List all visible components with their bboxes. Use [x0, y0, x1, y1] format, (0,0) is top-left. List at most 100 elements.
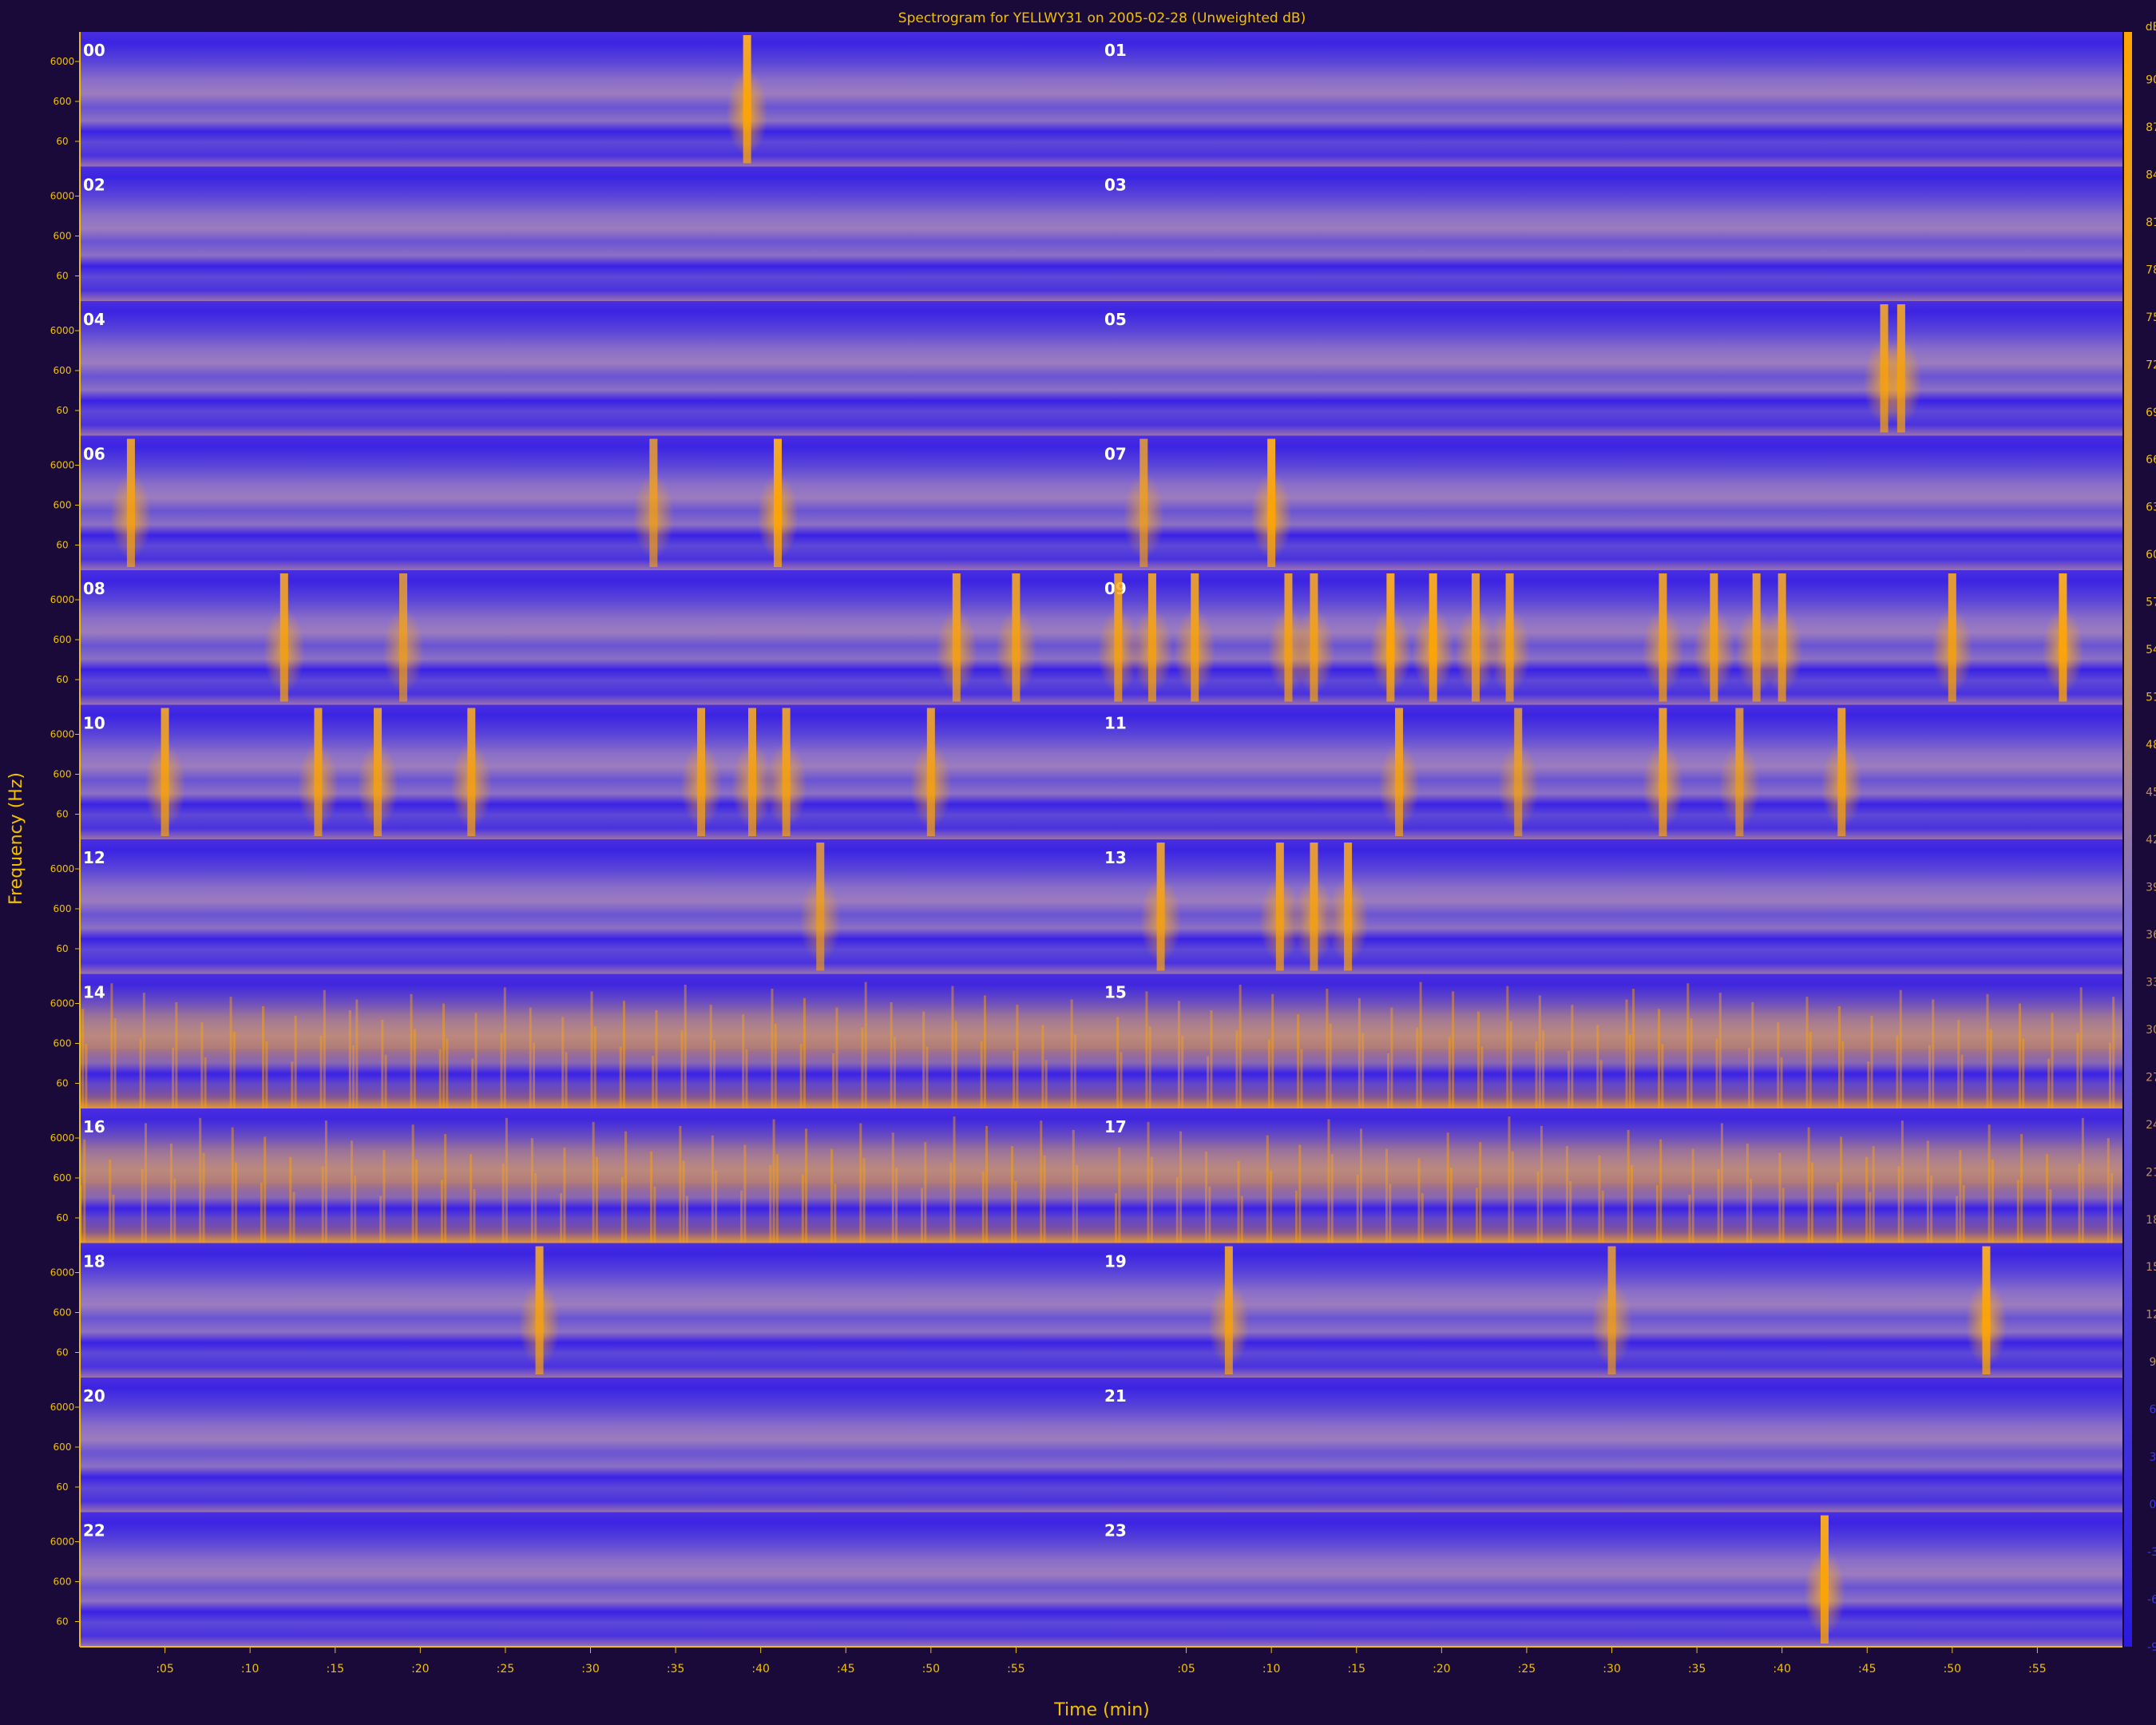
noise-streak	[83, 1139, 86, 1243]
y-tick-label: 6000	[50, 460, 75, 471]
spectrogram-rows: 00 0160006006002 0360006006004 056000600600…	[50, 32, 2122, 1647]
y-tick-label: 60	[56, 943, 68, 954]
colorbar-tick-label: 24	[2146, 1119, 2156, 1132]
row-background	[80, 301, 2122, 436]
noise-streak	[2049, 1189, 2052, 1243]
y-tick-label: 600	[54, 634, 72, 645]
noise-streak	[1899, 989, 1902, 1108]
noise-streak	[1986, 993, 1989, 1108]
colorbar-tick-label: 0	[2150, 1499, 2156, 1512]
x-tick-label: :15	[326, 1663, 344, 1675]
noise-streak	[862, 1158, 866, 1243]
event-streak	[1948, 573, 1956, 702]
colorbar-tick-label: 45	[2146, 787, 2156, 799]
noise-streak	[1327, 1119, 1330, 1243]
noise-streak	[1385, 1148, 1388, 1243]
noise-streak	[1751, 1001, 1754, 1108]
noise-streak	[1809, 1031, 1812, 1108]
noise-streak	[1596, 1025, 1599, 1108]
noise-streak	[1118, 1147, 1121, 1243]
colorbar-tick-label: 54	[2146, 644, 2156, 656]
noise-streak	[350, 1140, 353, 1243]
event-streak	[1820, 1515, 1829, 1644]
noise-streak	[1480, 1046, 1484, 1108]
noise-streak	[265, 1041, 268, 1108]
noise-streak	[830, 1148, 834, 1243]
noise-streak	[1989, 1029, 1992, 1108]
spectrogram-row: 20 21 6000 600 60	[50, 1378, 2122, 1513]
noise-streak	[1900, 1120, 1904, 1243]
noise-streak	[775, 1154, 779, 1243]
event-streak	[314, 708, 323, 836]
noise-streak	[202, 1152, 205, 1243]
noise-streak	[1208, 1186, 1211, 1243]
chart-title: Spectrogram for YELLWY31 on 2005-02-28 (…	[898, 10, 1306, 26]
event-streak	[1471, 573, 1480, 702]
noise-streak	[1116, 1017, 1120, 1108]
event-streak	[952, 573, 961, 702]
noise-streak	[774, 1023, 777, 1108]
noise-streak	[1446, 1132, 1449, 1243]
y-tick-label: 6000	[50, 1267, 75, 1279]
spectrogram-row: 18 19 6000 600 60	[50, 1243, 2122, 1378]
noise-streak	[1421, 1193, 1424, 1243]
y-tick-label: 60	[56, 1481, 68, 1493]
noise-streak	[534, 1172, 537, 1243]
noise-streak	[1625, 999, 1628, 1108]
noise-streak	[1072, 1129, 1075, 1243]
event-streak	[535, 1246, 544, 1374]
row-background	[80, 1378, 2122, 1513]
noise-streak	[1542, 1030, 1545, 1108]
event-streak	[649, 438, 658, 567]
spectrogram-row: 14 15 6000 600 60	[50, 974, 2122, 1108]
noise-streak	[1479, 1142, 1482, 1243]
noise-streak	[1838, 1005, 1841, 1108]
event-streak	[926, 708, 935, 836]
colorbar-tick-label: 57	[2146, 597, 2156, 609]
y-tick-label: 60	[56, 136, 68, 147]
noise-streak	[1777, 1022, 1780, 1108]
event-streak	[1735, 708, 1744, 836]
y-tick-label: 6000	[50, 594, 75, 605]
hour-label: 19	[1104, 1252, 1127, 1271]
hour-label: 18	[83, 1252, 105, 1271]
noise-streak	[2076, 1033, 2079, 1108]
noise-streak	[1271, 993, 1274, 1108]
hour-label: 01	[1104, 41, 1127, 60]
event-streak	[1344, 843, 1353, 971]
event-streak	[1982, 1246, 1991, 1374]
noise-streak	[1509, 1021, 1512, 1108]
noise-streak	[355, 999, 359, 1108]
noise-streak	[1040, 1120, 1043, 1243]
event-streak	[1284, 573, 1293, 702]
hour-label: 00	[83, 41, 105, 60]
noise-streak	[500, 1033, 503, 1108]
hour-label: 12	[83, 848, 105, 867]
noise-streak	[1014, 1180, 1017, 1243]
noise-streak	[175, 1001, 178, 1108]
noise-streak	[382, 1150, 386, 1243]
row-background	[80, 1243, 2122, 1378]
noise-streak	[2047, 1058, 2051, 1108]
x-tick-label: :30	[1603, 1663, 1621, 1675]
noise-streak	[1205, 1151, 1208, 1243]
hour-label: 17	[1104, 1117, 1127, 1136]
event-streak	[782, 708, 791, 836]
colorbar-tick-label: 27	[2146, 1071, 2156, 1084]
noise-streak	[292, 1192, 295, 1243]
noise-streak	[1073, 1034, 1076, 1108]
event-streak	[1224, 1246, 1233, 1374]
event-streak	[1310, 843, 1318, 971]
noise-streak	[474, 1013, 478, 1108]
event-streak	[1514, 708, 1523, 836]
event-streak	[1114, 573, 1123, 702]
noise-streak	[772, 1119, 775, 1243]
y-tick-label: 600	[54, 1307, 72, 1319]
spectrogram-row: 06 07 6000 600 60	[50, 435, 2122, 570]
event-streak	[1310, 573, 1318, 702]
colorbar-tick-label: 51	[2146, 692, 2156, 704]
noise-streak	[1627, 1129, 1630, 1243]
noise-streak	[1235, 1030, 1239, 1108]
event-streak	[374, 708, 382, 836]
colorbar-unit-label: dB	[2146, 21, 2156, 34]
